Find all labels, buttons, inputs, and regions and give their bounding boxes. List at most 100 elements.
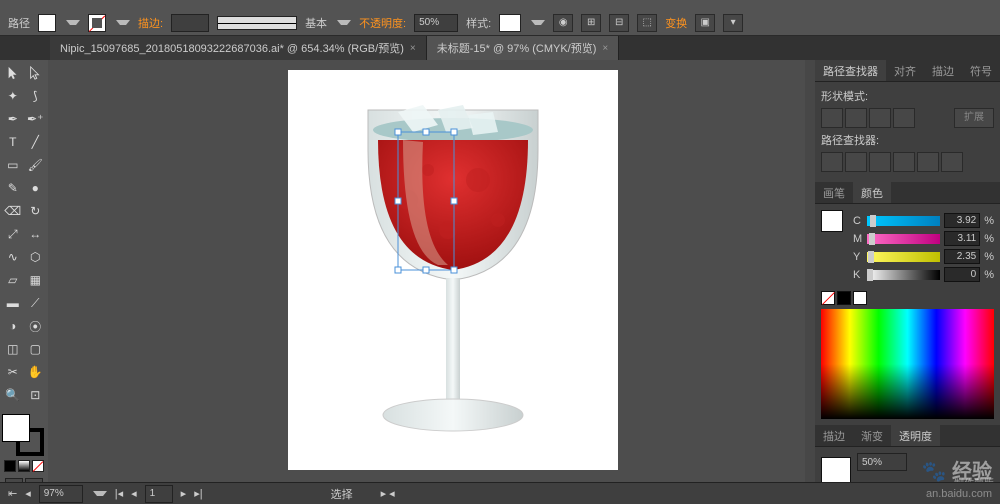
align-icon[interactable]: ⊞ <box>581 14 601 32</box>
intersect-button[interactable] <box>869 108 891 128</box>
slider-K[interactable] <box>867 270 940 280</box>
type-tool[interactable]: T <box>2 131 24 153</box>
eraser-tool[interactable]: ⌫ <box>2 200 24 222</box>
blend-tool[interactable]: ◑ <box>2 315 24 337</box>
tab-align[interactable]: 对齐 <box>886 60 924 81</box>
recolor-icon[interactable]: ◉ <box>553 14 573 32</box>
divide-button[interactable] <box>821 152 843 172</box>
stroke-dropdown-icon[interactable] <box>116 20 130 26</box>
eyedropper-tool[interactable]: ⟋ <box>25 292 47 314</box>
crop-button[interactable] <box>893 152 915 172</box>
tab-symbols[interactable]: 符号 <box>962 60 1000 81</box>
fill-color[interactable] <box>2 414 30 442</box>
artboard-number-input[interactable] <box>145 485 173 503</box>
close-icon[interactable]: × <box>602 43 608 54</box>
zoom-input[interactable] <box>39 485 83 503</box>
extra-tool[interactable]: ⊡ <box>25 384 47 406</box>
color-spectrum[interactable] <box>821 309 994 419</box>
tab-brushes[interactable]: 画笔 <box>815 182 853 203</box>
nav-first-icon[interactable]: ⇤ <box>8 487 17 500</box>
perspective-tool[interactable]: ▱ <box>2 269 24 291</box>
outline-button[interactable] <box>917 152 939 172</box>
minus-front-button[interactable] <box>845 108 867 128</box>
unite-button[interactable] <box>821 108 843 128</box>
scale-tool[interactable]: ⤢ <box>2 223 24 245</box>
artboard-last-icon[interactable]: ▸| <box>194 487 202 500</box>
artboard-tool[interactable]: ▢ <box>25 338 47 360</box>
pen-tool[interactable]: ✒ <box>2 108 24 130</box>
color-fill-swatch[interactable] <box>821 210 843 232</box>
channel-value-M[interactable] <box>944 231 980 246</box>
stroke-width-input[interactable] <box>171 14 209 32</box>
rectangle-tool[interactable]: ▭ <box>2 154 24 176</box>
artboard-prev2-icon[interactable]: ◂ <box>131 487 137 500</box>
expand-button[interactable]: 扩展 <box>954 108 994 128</box>
zoom-tool[interactable]: 🔍 <box>2 384 24 406</box>
channel-value-K[interactable] <box>944 267 980 282</box>
none-swatch[interactable] <box>821 291 835 305</box>
trim-button[interactable] <box>845 152 867 172</box>
stroke-style-dropdown-icon[interactable] <box>337 20 351 26</box>
symbol-sprayer-tool[interactable]: ⦿ <box>25 315 47 337</box>
channel-value-Y[interactable] <box>944 249 980 264</box>
close-icon[interactable]: × <box>410 43 416 54</box>
channel-value-C[interactable] <box>944 213 980 228</box>
rotate-tool[interactable]: ↻ <box>25 200 47 222</box>
stroke-swatch[interactable] <box>88 14 106 32</box>
align2-icon[interactable]: ⊟ <box>609 14 629 32</box>
tab-gradient[interactable]: 渐变 <box>853 425 891 446</box>
slider-Y[interactable] <box>867 252 940 262</box>
line-tool[interactable]: ╱ <box>25 131 47 153</box>
fill-dropdown-icon[interactable] <box>66 20 80 26</box>
fill-stroke-swatches[interactable] <box>2 414 46 458</box>
artboard-prev-icon[interactable]: |◂ <box>115 487 123 500</box>
none-mode-swatch[interactable] <box>32 460 44 472</box>
slice-tool[interactable]: ✂ <box>2 361 24 383</box>
pencil-tool[interactable]: ✎ <box>2 177 24 199</box>
exclude-button[interactable] <box>893 108 915 128</box>
selection-tool[interactable] <box>2 62 24 84</box>
minus-back-button[interactable] <box>941 152 963 172</box>
graph-tool[interactable]: ◫ <box>2 338 24 360</box>
style-dropdown-icon[interactable] <box>531 20 545 26</box>
tab-pathfinder[interactable]: 路径查找器 <box>815 60 886 81</box>
shape-icon[interactable]: ⬚ <box>637 14 657 32</box>
zoom-dropdown-icon[interactable] <box>93 491 107 497</box>
transparency-opacity-input[interactable] <box>857 453 907 471</box>
document-tab-2[interactable]: 未标题-15* @ 97% (CMYK/预览) × <box>427 36 620 60</box>
panel-dock-strip[interactable] <box>805 60 815 482</box>
shape-builder-tool[interactable]: ⬡ <box>25 246 47 268</box>
width-tool[interactable]: ↔ <box>25 223 47 245</box>
merge-button[interactable] <box>869 152 891 172</box>
nav-prev-icon[interactable]: ◂ <box>25 487 31 500</box>
isolate-icon[interactable]: ▣ <box>695 14 715 32</box>
stroke-style-preview[interactable] <box>217 16 297 30</box>
black-swatch[interactable] <box>837 291 851 305</box>
paintbrush-tool[interactable]: 🖌 <box>25 154 47 176</box>
hand-tool[interactable]: ✋ <box>25 361 47 383</box>
fill-swatch[interactable] <box>38 14 56 32</box>
blob-tool[interactable]: ● <box>25 177 47 199</box>
opacity-input[interactable] <box>414 14 458 32</box>
canvas-area[interactable] <box>48 60 805 482</box>
white-swatch[interactable] <box>853 291 867 305</box>
magic-wand-tool[interactable]: ✦ <box>2 85 24 107</box>
slider-C[interactable] <box>867 216 940 226</box>
tab-color[interactable]: 颜色 <box>853 182 891 203</box>
add-anchor-tool[interactable]: ✒⁺ <box>25 108 47 130</box>
tab-stroke[interactable]: 描边 <box>924 60 962 81</box>
graphic-style-swatch[interactable] <box>499 14 521 32</box>
gradient-mode-swatch[interactable] <box>18 460 30 472</box>
direct-selection-tool[interactable] <box>25 62 47 84</box>
document-tab-1[interactable]: Nipic_15097685_20180518093222687036.ai* … <box>50 36 427 60</box>
more-icon[interactable]: ▾ <box>723 14 743 32</box>
color-mode-swatch[interactable] <box>4 460 16 472</box>
warp-tool[interactable]: ∿ <box>2 246 24 268</box>
gradient-tool[interactable]: ▬ <box>2 292 24 314</box>
tab-transparency[interactable]: 透明度 <box>891 425 940 446</box>
tab-stroke2[interactable]: 描边 <box>815 425 853 446</box>
lasso-tool[interactable]: ⟆ <box>25 85 47 107</box>
slider-M[interactable] <box>867 234 940 244</box>
artboard-next-icon[interactable]: ▸ <box>181 487 187 500</box>
mesh-tool[interactable]: ▦ <box>25 269 47 291</box>
